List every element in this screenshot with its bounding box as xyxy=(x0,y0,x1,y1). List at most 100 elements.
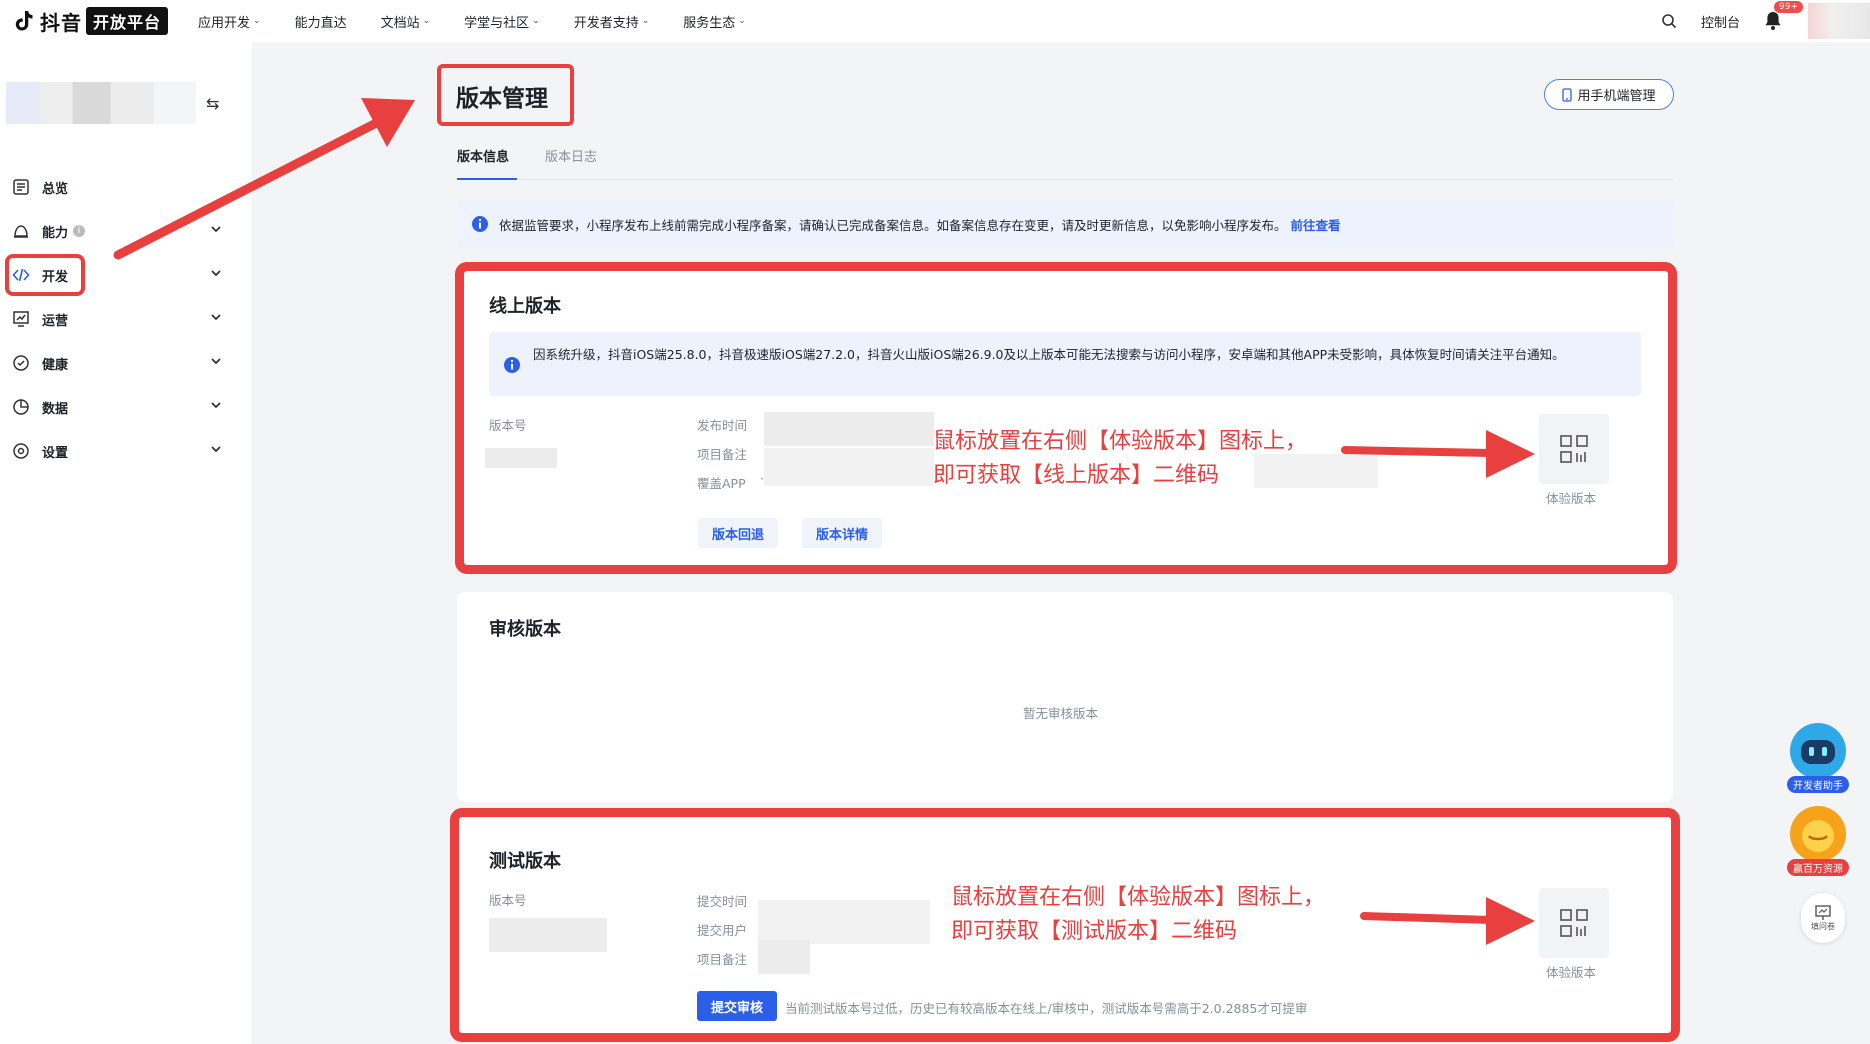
sidebar: ⇆ 总览 能力 i 开发 运营 健康 数据 设置 xyxy=(0,42,252,1044)
chevron-down-icon: ⌄ xyxy=(641,16,650,26)
version-detail-button[interactable]: 版本详情 xyxy=(802,518,882,548)
warning-text: 因系统升级，抖音iOS端25.8.0，抖音极速版iOS端27.2.0，抖音火山版… xyxy=(533,347,1565,362)
chevron-down-icon: ⌄ xyxy=(532,16,540,26)
online-version-highlight-box xyxy=(455,262,1677,574)
tab-version-log[interactable]: 版本日志 xyxy=(545,146,597,165)
test-qr-caption: 体验版本 xyxy=(1546,965,1597,980)
version-rollback-button[interactable]: 版本回退 xyxy=(698,518,778,548)
settings-icon xyxy=(13,443,29,459)
robot-icon xyxy=(1790,723,1846,779)
nav-item-ability[interactable]: 能力直达 xyxy=(295,12,347,31)
sidebar-item-operation[interactable]: 运营 xyxy=(12,304,227,334)
top-nav: 抖音 开放平台 应用开发 ⌄ 能力直达 文档站 ⌄ 学堂与社区 ⌄ 开发者支持 ⌄ 服务… xyxy=(0,0,1870,42)
online-qr-button[interactable] xyxy=(1539,414,1609,484)
chevron-down-icon xyxy=(211,314,221,321)
remark-label: 项目备注 xyxy=(697,447,748,462)
developer-assistant-button[interactable]: 开发者助手 xyxy=(1787,720,1849,793)
notification-badge: 99+ xyxy=(1774,1,1803,13)
chevron-down-icon xyxy=(211,446,221,453)
chevron-down-icon xyxy=(211,226,221,233)
bell-icon xyxy=(1765,12,1781,30)
sidebar-item-data[interactable]: 数据 xyxy=(12,392,227,422)
remark-value-redacted xyxy=(758,940,810,974)
chevron-down-icon xyxy=(211,270,221,277)
remark-value-redacted xyxy=(764,448,934,486)
assistant-label: 开发者助手 xyxy=(1787,776,1849,793)
app-selector[interactable] xyxy=(6,82,196,124)
submit-hint-text: 当前测试版本号过低，历史已有较高版本在线上/审核中，测试版本号需高于2.0.28… xyxy=(785,1001,1308,1016)
submit-user-label: 提交用户 xyxy=(697,923,748,938)
nav-right: 控制台 99+ xyxy=(1661,0,1870,42)
sidebar-item-overview[interactable]: 总览 xyxy=(12,172,227,202)
douyin-logo-icon xyxy=(15,11,33,31)
publish-time-label: 发布时间 xyxy=(697,418,748,433)
sidebar-item-label: 数据 xyxy=(42,401,69,417)
search-icon[interactable] xyxy=(1661,13,1677,29)
review-empty-text: 暂无审核版本 xyxy=(1023,706,1099,721)
survey-label: 填问卷 xyxy=(1811,921,1835,931)
info-icon xyxy=(472,216,488,232)
mobile-manage-button[interactable]: 用手机端管理 xyxy=(1544,79,1674,110)
nav-item-app-dev[interactable]: 应用开发 ⌄ xyxy=(198,12,261,31)
notice-text: 依据监管要求，小程序发布上线前需完成小程序备案，请确认已完成备案信息。如备案信息… xyxy=(499,217,1287,233)
info-icon[interactable]: i xyxy=(73,225,86,237)
notice-link[interactable]: 前往查看 xyxy=(1291,215,1341,234)
online-annotation-line2: 即可获取【线上版本】二维码 xyxy=(933,463,1220,488)
sidebar-item-label: 总览 xyxy=(42,181,69,197)
operation-icon xyxy=(13,311,29,327)
mobile-manage-label: 用手机端管理 xyxy=(1577,89,1656,104)
version-number-label: 版本号 xyxy=(489,418,527,433)
version-number-label: 版本号 xyxy=(489,893,527,908)
survey-button[interactable]: 填问卷 xyxy=(1801,893,1845,943)
sidebar-item-ability[interactable]: 能力 i xyxy=(12,216,227,246)
chevron-down-icon xyxy=(211,402,221,409)
sidebar-item-health[interactable]: 健康 xyxy=(12,348,227,378)
test-version-value-redacted xyxy=(489,918,607,952)
switch-app-icon[interactable]: ⇆ xyxy=(206,94,219,113)
sidebar-item-label: 能力 xyxy=(42,225,69,241)
nav-item-docs[interactable]: 文档站 ⌄ xyxy=(381,12,431,31)
survey-icon xyxy=(1815,904,1831,920)
remark-label: 项目备注 xyxy=(697,952,748,967)
nav-menu: 应用开发 ⌄ 能力直达 文档站 ⌄ 学堂与社区 ⌄ 开发者支持 ⌄ 服务生态 ⌄ xyxy=(198,12,780,31)
ability-icon xyxy=(14,225,28,238)
chevron-down-icon: ⌄ xyxy=(253,16,261,26)
tab-bar: 版本信息 版本日志 xyxy=(457,140,1673,180)
console-link[interactable]: 控制台 xyxy=(1701,12,1740,31)
submit-info-redacted xyxy=(758,900,930,944)
review-version-card xyxy=(457,592,1673,802)
notification-button[interactable]: 99+ xyxy=(1764,1,1803,31)
version-number-value-redacted xyxy=(485,448,557,468)
test-annotation-line2: 即可获取【测试版本】二维码 xyxy=(951,919,1238,944)
cover-app-value-redacted xyxy=(1254,454,1378,488)
phone-icon xyxy=(1562,87,1573,102)
nav-item-dev-support[interactable]: 开发者支持 ⌄ xyxy=(574,12,650,31)
overview-icon xyxy=(13,179,29,195)
resources-label: 赢百万资源 xyxy=(1787,859,1849,876)
test-annotation-line1: 鼠标放置在右侧【体验版本】图标上， xyxy=(951,885,1326,910)
gift-icon xyxy=(1790,806,1846,862)
cover-app-label: 覆盖APP xyxy=(697,476,746,491)
resources-button[interactable]: 赢百万资源 xyxy=(1787,803,1849,876)
brand-logo[interactable]: 抖音 开放平台 xyxy=(12,0,169,42)
active-tab-indicator xyxy=(457,178,517,180)
qrcode-icon xyxy=(1560,435,1588,463)
test-qr-button[interactable] xyxy=(1539,888,1609,958)
tab-version-info[interactable]: 版本信息 xyxy=(457,146,509,165)
submit-review-button[interactable]: 提交审核 xyxy=(697,991,777,1021)
develop-highlight-box xyxy=(5,254,85,296)
data-icon xyxy=(13,399,29,415)
brand-name: 抖音 xyxy=(40,10,82,35)
sidebar-item-label: 设置 xyxy=(42,445,69,461)
test-version-title: 测试版本 xyxy=(489,851,561,872)
nav-item-ecosystem[interactable]: 服务生态 ⌄ xyxy=(683,12,746,31)
page-title: 版本管理 xyxy=(456,86,548,112)
nav-item-academy[interactable]: 学堂与社区 ⌄ xyxy=(464,12,540,31)
qrcode-icon xyxy=(1560,909,1588,937)
sidebar-item-settings[interactable]: 设置 xyxy=(12,436,227,466)
publish-time-value-redacted xyxy=(764,412,934,446)
filing-notice: 依据监管要求，小程序发布上线前需完成小程序备案，请确认已完成备案信息。如备案信息… xyxy=(457,200,1673,248)
avatar[interactable] xyxy=(1808,3,1870,39)
chevron-down-icon: ⌄ xyxy=(738,16,746,26)
system-upgrade-warning: 因系统升级，抖音iOS端25.8.0，抖音极速版iOS端27.2.0，抖音火山版… xyxy=(489,332,1641,396)
